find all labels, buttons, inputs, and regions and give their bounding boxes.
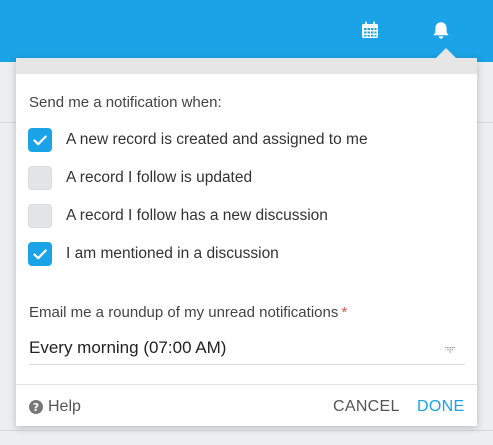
option-new-record-assigned[interactable]: A new record is created and assigned to … xyxy=(28,127,368,153)
notification-settings-popover: Send me a notification when: A new recor… xyxy=(16,48,477,426)
divider xyxy=(0,430,493,431)
email-roundup-select[interactable]: Every morning (07:00 AM) xyxy=(29,334,465,365)
done-button[interactable]: DONE xyxy=(417,398,464,416)
calendar-icon[interactable] xyxy=(357,17,383,43)
checkmark-icon xyxy=(33,249,47,259)
option-label: A new record is created and assigned to … xyxy=(66,131,368,148)
top-bar xyxy=(0,0,493,62)
option-label: A record I follow is updated xyxy=(66,169,253,186)
option-mentioned[interactable]: I am mentioned in a discussion xyxy=(28,241,279,267)
checkbox-checked[interactable] xyxy=(28,128,52,152)
bell-icon[interactable] xyxy=(428,17,454,43)
section-title: Send me a notification when: xyxy=(29,94,222,111)
checkbox-unchecked[interactable] xyxy=(28,166,52,190)
required-marker: * xyxy=(341,304,348,321)
option-new-discussion[interactable]: A record I follow has a new discussion xyxy=(28,203,328,229)
help-icon: ? xyxy=(29,400,43,414)
option-label: I am mentioned in a discussion xyxy=(66,245,279,262)
option-label: A record I follow has a new discussion xyxy=(66,207,328,224)
email-roundup-label-text: Email me a roundup of my unread notifica… xyxy=(29,304,339,321)
email-roundup-label: Email me a roundup of my unread notifica… xyxy=(29,304,347,321)
option-record-updated[interactable]: A record I follow is updated xyxy=(28,165,252,191)
footer-divider xyxy=(16,384,477,385)
checkmark-icon xyxy=(33,135,47,145)
popover-header xyxy=(16,58,477,74)
help-link[interactable]: ? Help xyxy=(29,398,81,416)
select-value: Every morning (07:00 AM) xyxy=(29,338,227,357)
checkbox-unchecked[interactable] xyxy=(28,204,52,228)
help-label: Help xyxy=(48,398,81,415)
caret-down-icon xyxy=(445,347,455,353)
cancel-button[interactable]: CANCEL xyxy=(333,398,400,416)
checkbox-checked[interactable] xyxy=(28,242,52,266)
